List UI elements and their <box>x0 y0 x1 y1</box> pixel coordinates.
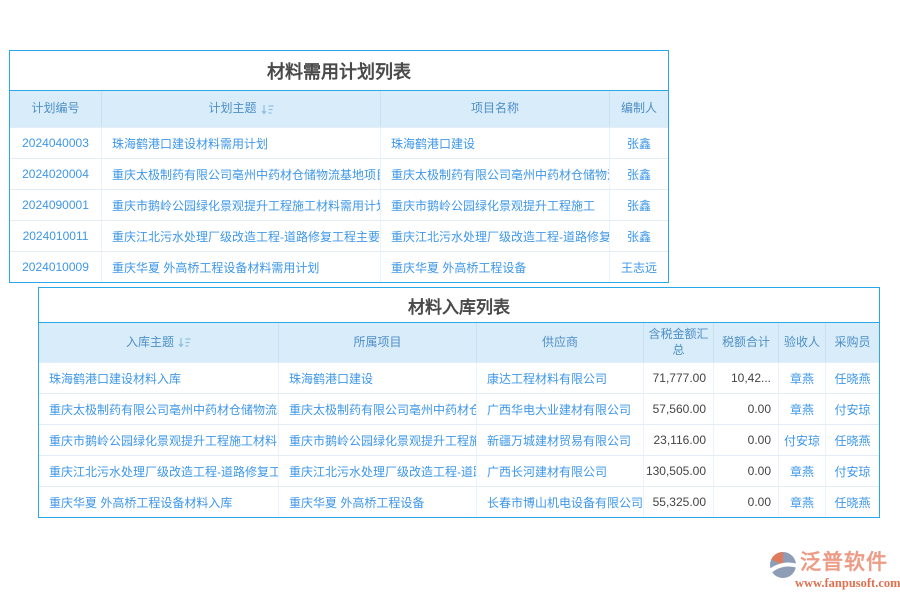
supplier-link[interactable]: 广西华电大业建材有限公司 <box>477 394 644 424</box>
project-name-link[interactable]: 珠海鹤港口建设 <box>381 128 610 158</box>
column-header-purchaser: 采购员 <box>826 323 879 362</box>
plan-subject-link[interactable]: 重庆太极制药有限公司亳州中药材仓储物流基地项目... <box>102 159 381 189</box>
inbound-table-header: 入库主题 所属项目 供应商 含税金额汇总 税额合计 验收人 采购员 <box>39 323 879 362</box>
column-header-plan-subject[interactable]: 计划主题 <box>102 91 381 127</box>
plan-list-panel: 材料需用计划列表 计划编号 计划主题 项目名称 编制人 2024040003 珠… <box>9 50 669 283</box>
table-row: 重庆江北污水处理厂级改造工程-道路修复工程... 重庆江北污水处理厂级改造工程-… <box>39 455 879 486</box>
tax-total-value: 0.00 <box>714 487 779 517</box>
column-header-tax-total: 税额合计 <box>714 323 779 362</box>
column-label: 编制人 <box>621 101 657 117</box>
inbound-list-panel: 材料入库列表 入库主题 所属项目 供应商 含税金额汇总 税额合计 验收人 采购员 <box>38 287 880 518</box>
purchaser-name: 任晓燕 <box>826 363 879 393</box>
acceptor-name: 章燕 <box>779 487 826 517</box>
table-row: 2024040003 珠海鹤港口建设材料需用计划 珠海鹤港口建设 张鑫 <box>10 127 668 158</box>
column-label: 所属项目 <box>353 335 401 351</box>
column-header-creator: 编制人 <box>610 91 668 127</box>
plan-subject-link[interactable]: 重庆华夏 外高桥工程设备材料需用计划 <box>102 252 381 282</box>
plan-no-link[interactable]: 2024010011 <box>10 221 102 251</box>
column-label: 计划主题 <box>208 101 256 117</box>
project-name-link[interactable]: 重庆太极制药有限公司亳州中药材仓储物流... <box>381 159 610 189</box>
supplier-link[interactable]: 长春市博山机电设备有限公司 <box>477 487 644 517</box>
plan-no-link[interactable]: 2024010009 <box>10 252 102 282</box>
acceptor-name: 章燕 <box>779 456 826 486</box>
column-header-supplier: 供应商 <box>477 323 644 362</box>
amount-with-tax-value: 130,505.00 <box>644 456 714 486</box>
column-header-plan-no: 计划编号 <box>10 91 102 127</box>
project-name-link[interactable]: 重庆华夏 外高桥工程设备 <box>279 487 477 517</box>
creator-name: 张鑫 <box>610 128 668 158</box>
acceptor-name: 章燕 <box>779 394 826 424</box>
plan-no-link[interactable]: 2024040003 <box>10 128 102 158</box>
tax-total-value: 0.00 <box>714 456 779 486</box>
plan-subject-link[interactable]: 珠海鹤港口建设材料需用计划 <box>102 128 381 158</box>
creator-name: 王志远 <box>610 252 668 282</box>
table-row: 重庆市鹅岭公园绿化景观提升工程施工材料入库 重庆市鹅岭公园绿化景观提升工程施工 … <box>39 424 879 455</box>
table-row: 重庆华夏 外高桥工程设备材料入库 重庆华夏 外高桥工程设备 长春市博山机电设备有… <box>39 486 879 517</box>
inbound-subject-link[interactable]: 珠海鹤港口建设材料入库 <box>39 363 279 393</box>
amount-with-tax-value: 71,777.00 <box>644 363 714 393</box>
brand-name: 泛普软件 <box>800 550 896 576</box>
purchaser-name: 付安琼 <box>826 394 879 424</box>
inbound-subject-link[interactable]: 重庆华夏 外高桥工程设备材料入库 <box>39 487 279 517</box>
plan-table-header: 计划编号 计划主题 项目名称 编制人 <box>10 91 668 127</box>
plan-subject-link[interactable]: 重庆市鹅岭公园绿化景观提升工程施工材料需用计划 <box>102 190 381 220</box>
project-name-link[interactable]: 重庆华夏 外高桥工程设备 <box>381 252 610 282</box>
amount-with-tax-value: 23,116.00 <box>644 425 714 455</box>
table-row: 重庆太极制药有限公司亳州中药材仓储物流基... 重庆太极制药有限公司亳州中药材仓… <box>39 393 879 424</box>
column-header-owning-project: 所属项目 <box>279 323 477 362</box>
project-name-link[interactable]: 重庆太极制药有限公司亳州中药材仓... <box>279 394 477 424</box>
amount-with-tax-value: 57,560.00 <box>644 394 714 424</box>
column-header-inbound-subject[interactable]: 入库主题 <box>39 323 279 362</box>
column-label: 计划编号 <box>31 101 79 117</box>
supplier-link[interactable]: 康达工程材料有限公司 <box>477 363 644 393</box>
column-header-amount-with-tax: 含税金额汇总 <box>644 323 714 362</box>
column-label: 入库主题 <box>126 335 174 351</box>
project-name-link[interactable]: 重庆市鹅岭公园绿化景观提升工程施工 <box>381 190 610 220</box>
sort-icon[interactable] <box>178 337 191 348</box>
plan-subject-link[interactable]: 重庆江北污水处理厂级改造工程-道路修复工程主要材料 <box>102 221 381 251</box>
column-label: 项目名称 <box>471 101 519 117</box>
project-name-link[interactable]: 重庆江北污水处理厂级改造工程-道路... <box>279 456 477 486</box>
tax-total-value: 10,42... <box>714 363 779 393</box>
inbound-subject-link[interactable]: 重庆江北污水处理厂级改造工程-道路修复工程... <box>39 456 279 486</box>
tax-total-value: 0.00 <box>714 394 779 424</box>
creator-name: 张鑫 <box>610 221 668 251</box>
column-header-project-name: 项目名称 <box>381 91 610 127</box>
plan-no-link[interactable]: 2024020004 <box>10 159 102 189</box>
column-label: 采购员 <box>834 335 870 351</box>
column-label: 供应商 <box>542 335 578 351</box>
column-label: 验收人 <box>784 335 820 351</box>
table-row: 2024010009 重庆华夏 外高桥工程设备材料需用计划 重庆华夏 外高桥工程… <box>10 251 668 282</box>
amount-with-tax-value: 55,325.00 <box>644 487 714 517</box>
table-row: 2024090001 重庆市鹅岭公园绿化景观提升工程施工材料需用计划 重庆市鹅岭… <box>10 189 668 220</box>
purchaser-name: 任晓燕 <box>826 425 879 455</box>
column-header-acceptor: 验收人 <box>779 323 826 362</box>
tax-total-value: 0.00 <box>714 425 779 455</box>
vendor-logo: 泛普软件 www.fanpusoft.com <box>768 550 896 590</box>
creator-name: 张鑫 <box>610 190 668 220</box>
column-label: 含税金额汇总 <box>646 327 711 358</box>
inbound-subject-link[interactable]: 重庆市鹅岭公园绿化景观提升工程施工材料入库 <box>39 425 279 455</box>
table-row: 2024010011 重庆江北污水处理厂级改造工程-道路修复工程主要材料 重庆江… <box>10 220 668 251</box>
creator-name: 张鑫 <box>610 159 668 189</box>
acceptor-name: 付安琼 <box>779 425 826 455</box>
supplier-link[interactable]: 新疆万城建材贸易有限公司 <box>477 425 644 455</box>
project-name-link[interactable]: 重庆市鹅岭公园绿化景观提升工程施工 <box>279 425 477 455</box>
plan-list-title: 材料需用计划列表 <box>10 51 668 91</box>
project-name-link[interactable]: 重庆江北污水处理厂级改造工程-道路修复工程 <box>381 221 610 251</box>
purchaser-name: 付安琼 <box>826 456 879 486</box>
inbound-list-title: 材料入库列表 <box>39 288 879 323</box>
inbound-subject-link[interactable]: 重庆太极制药有限公司亳州中药材仓储物流基... <box>39 394 279 424</box>
plan-no-link[interactable]: 2024090001 <box>10 190 102 220</box>
table-row: 2024020004 重庆太极制药有限公司亳州中药材仓储物流基地项目... 重庆… <box>10 158 668 189</box>
supplier-link[interactable]: 广西长河建材有限公司 <box>477 456 644 486</box>
acceptor-name: 章燕 <box>779 363 826 393</box>
fanpu-logo-icon <box>768 550 798 580</box>
sort-icon[interactable] <box>261 104 274 115</box>
purchaser-name: 任晓燕 <box>826 487 879 517</box>
brand-website-link[interactable]: www.fanpusoft.com <box>795 576 896 590</box>
table-row: 珠海鹤港口建设材料入库 珠海鹤港口建设 康达工程材料有限公司 71,777.00… <box>39 362 879 393</box>
project-name-link[interactable]: 珠海鹤港口建设 <box>279 363 477 393</box>
column-label: 税额合计 <box>722 335 770 351</box>
